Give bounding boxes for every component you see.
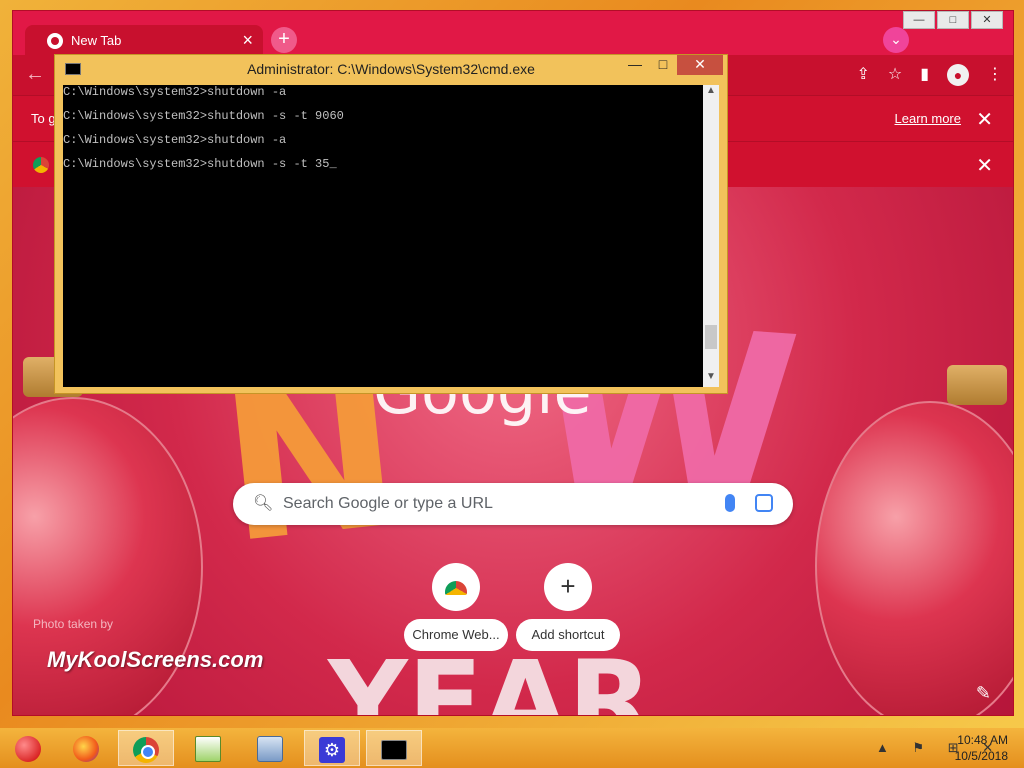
google-lens-icon[interactable] [755, 494, 773, 512]
ornament-right [815, 401, 1013, 715]
taskbar-chrome[interactable] [118, 730, 174, 766]
shortcut-chrome-web-store[interactable]: Chrome Web... [401, 563, 511, 651]
webstore-icon [445, 581, 467, 595]
cmd-titlebar[interactable]: Administrator: C:\Windows\System32\cmd.e… [55, 55, 727, 83]
plus-icon[interactable]: + [544, 563, 592, 611]
learn-more-link[interactable]: Learn more [895, 111, 961, 126]
resource-monitor-icon [257, 736, 283, 762]
cmd-console[interactable]: C:\Windows\system32>shutdown -a C:\Windo… [63, 85, 705, 387]
clock[interactable]: 10:48 AM 10/5/2018 [955, 732, 1008, 764]
maximize-button[interactable]: □ [937, 11, 969, 29]
clock-time: 10:48 AM [957, 733, 1008, 747]
console-line: C:\Windows\system32>shutdown -a [63, 85, 287, 99]
cmd-scrollbar[interactable]: ▲ ▼ [703, 85, 719, 387]
tab-close-icon[interactable]: × [242, 30, 253, 50]
side-panel-icon[interactable]: ▮ [920, 64, 929, 86]
search-box[interactable]: 🔍︎ [233, 483, 793, 525]
taskbar-cmd[interactable] [366, 730, 422, 766]
shortcut-label: Add shortcut [516, 619, 620, 651]
share-icon[interactable]: ⇪ [856, 64, 869, 86]
taskbar-resource-monitor[interactable] [242, 730, 298, 766]
bookmark-star-icon[interactable]: ☆ [888, 64, 902, 86]
info-bar-close-icon[interactable]: ✕ [976, 153, 993, 178]
search-icon: 🔍︎ [253, 495, 274, 512]
tab-new-tab[interactable]: New Tab × [25, 25, 263, 57]
shortcut-add[interactable]: + Add shortcut [513, 563, 623, 651]
cmd-maximize-button[interactable]: □ [649, 55, 677, 75]
chrome-tab-strip: New Tab × + ⌄ — □ ✕ [13, 11, 1013, 57]
tab-search-icon[interactable]: ⌄ [883, 27, 909, 53]
start-orb-icon [15, 736, 41, 762]
cmd-minimize-button[interactable]: — [621, 55, 649, 75]
microphone-icon[interactable] [725, 494, 735, 512]
shortcut-tile[interactable] [432, 563, 480, 611]
chrome-logo-icon [33, 157, 49, 173]
menu-kebab-icon[interactable]: ⋮ [987, 64, 1003, 86]
toolbar-icons: ⇪ ☆ ▮ ● ⋮ [856, 64, 1003, 86]
info-bar-close-icon[interactable]: ✕ [976, 107, 993, 132]
console-line: C:\Windows\system32>shutdown -s -t 9060 [63, 109, 344, 123]
back-arrow-icon[interactable]: ← [25, 63, 45, 86]
ornament-cap [947, 365, 1007, 405]
firefox-icon [73, 736, 99, 762]
taskbar-firefox[interactable] [58, 730, 114, 766]
system-tray: ▲ ⚑ ⊞ ✕ 10:48 AM 10/5/2018 [824, 728, 1024, 768]
console-line: C:\Windows\system32>shutdown -s -t 35_ [63, 157, 337, 171]
chrome-icon [133, 737, 159, 763]
watermark-text: MyKoolScreens.com [47, 647, 264, 672]
profile-avatar-icon[interactable]: ● [947, 64, 969, 86]
scroll-thumb[interactable] [705, 325, 717, 349]
shortcut-label: Chrome Web... [404, 619, 508, 651]
taskbar-settings[interactable]: ⚙ [304, 730, 360, 766]
taskbar-start-orb[interactable] [0, 730, 56, 766]
taskbar-notepad[interactable] [180, 730, 236, 766]
chrome-window-controls: — □ ✕ [903, 11, 1003, 29]
new-tab-button[interactable]: + [271, 27, 297, 53]
chrome-favicon-icon [47, 33, 63, 49]
close-window-button[interactable]: ✕ [971, 11, 1003, 29]
cmd-close-button[interactable]: ✕ [677, 55, 723, 75]
customize-pencil-icon[interactable]: ✎ [976, 683, 991, 704]
cmd-window[interactable]: Administrator: C:\Windows\System32\cmd.e… [54, 54, 728, 394]
info-bar-text: To g [31, 111, 56, 126]
cmd-icon [381, 740, 407, 760]
taskbar: ⚙ ▲ ⚑ ⊞ ✕ 10:48 AM 10/5/2018 [0, 728, 1024, 768]
clock-date: 10/5/2018 [954, 749, 1008, 763]
minimize-button[interactable]: — [903, 11, 935, 29]
tab-title: New Tab [71, 33, 122, 48]
notepad-icon [195, 736, 221, 762]
search-input[interactable] [283, 491, 703, 517]
cmd-window-controls: — □ ✕ [621, 55, 723, 75]
scroll-down-arrow-icon[interactable]: ▼ [703, 371, 719, 387]
console-line: C:\Windows\system32>shutdown -a [63, 133, 287, 147]
photo-credit[interactable]: Photo taken by [33, 617, 113, 631]
gear-icon: ⚙ [319, 737, 345, 763]
scroll-up-arrow-icon[interactable]: ▲ [703, 85, 719, 101]
